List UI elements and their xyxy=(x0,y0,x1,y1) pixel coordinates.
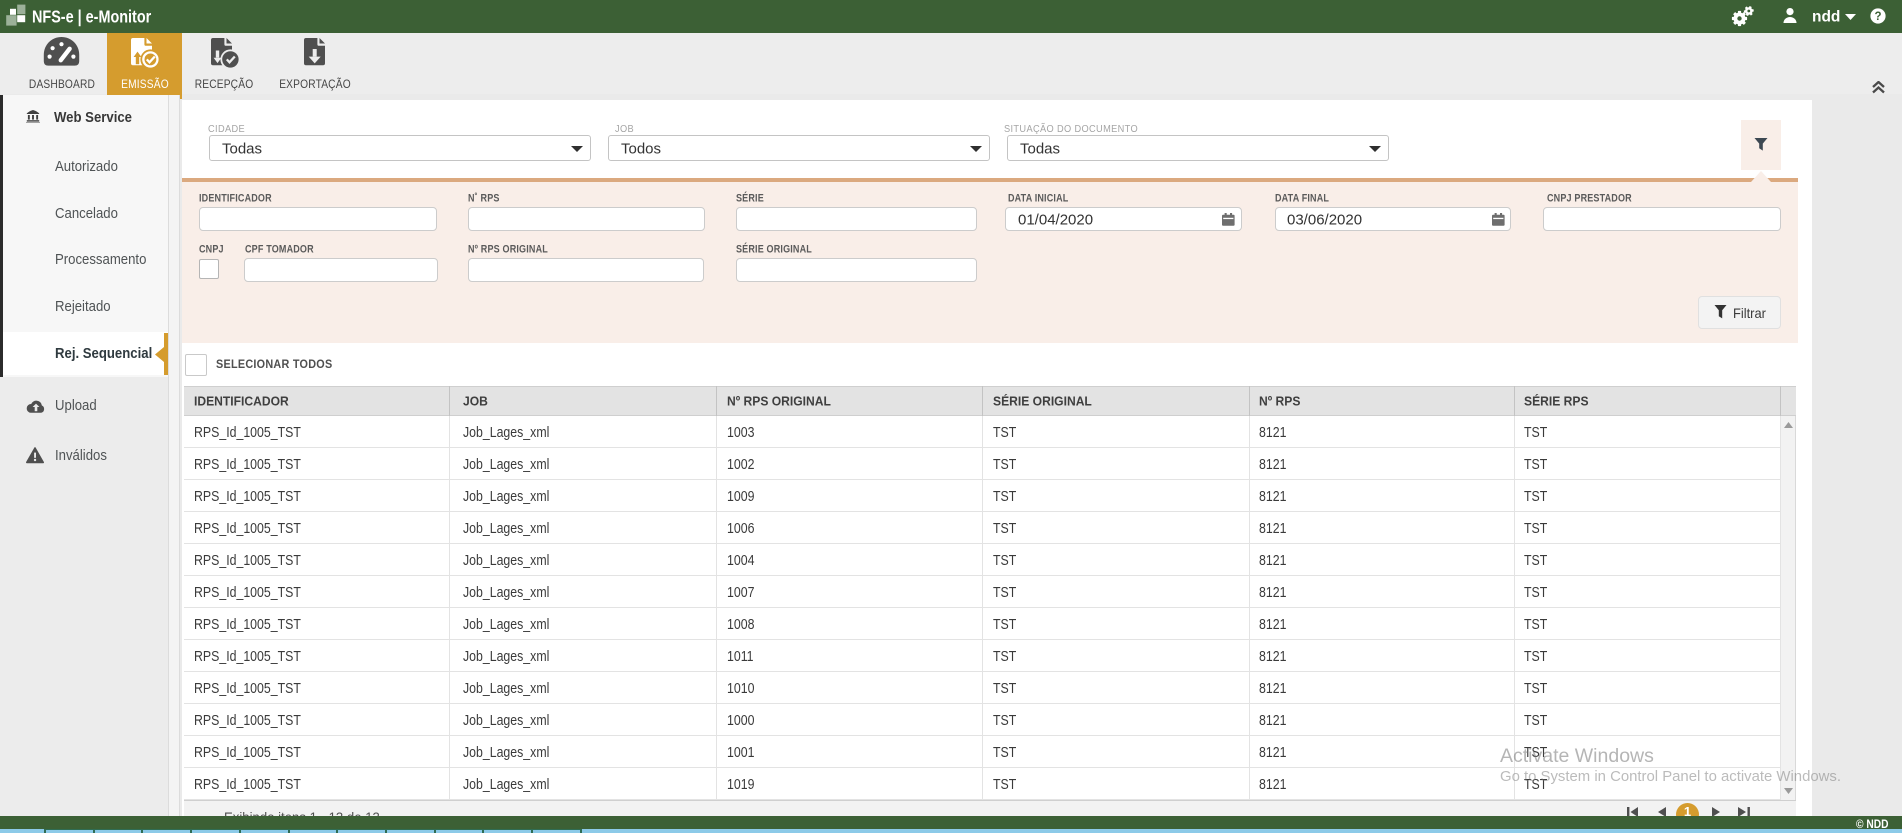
svg-text:?: ? xyxy=(1874,11,1881,23)
